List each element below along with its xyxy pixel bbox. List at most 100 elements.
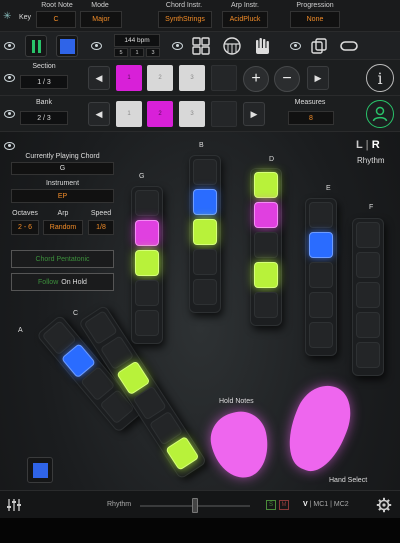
- section-cell-3[interactable]: 3: [179, 65, 205, 91]
- user-button[interactable]: [366, 100, 394, 128]
- tempo-field[interactable]: 144 bpm: [114, 34, 160, 47]
- pad-f-3[interactable]: [356, 282, 380, 308]
- pad-d-4[interactable]: [254, 262, 278, 288]
- visibility-eye-icon[interactable]: [91, 42, 102, 50]
- finger-g: [131, 186, 163, 344]
- pad-e-2[interactable]: [309, 232, 333, 258]
- visibility-eye-icon[interactable]: [4, 42, 15, 50]
- bank-prev-button[interactable]: ◀: [88, 102, 110, 126]
- finger-b: [189, 155, 221, 313]
- stop-all-button[interactable]: [27, 457, 53, 483]
- visibility-eye-icon[interactable]: [172, 42, 183, 50]
- section-remove-button[interactable]: −: [274, 66, 300, 92]
- mixer-sliders-icon[interactable]: [6, 497, 22, 513]
- progression-label: Progression: [296, 2, 334, 9]
- section-value[interactable]: 1 / 3: [20, 75, 68, 89]
- settings-star-icon[interactable]: ✳: [3, 11, 14, 22]
- copy-icon[interactable]: [309, 36, 329, 56]
- pause-button[interactable]: [25, 35, 47, 57]
- follow-on-hold-toggle[interactable]: Follow On Hold: [11, 273, 114, 291]
- pad-b-1[interactable]: [193, 159, 217, 185]
- chord-instr-label: Chord Instr.: [165, 2, 203, 9]
- pad-g-5[interactable]: [135, 310, 159, 336]
- mode-select[interactable]: Major: [80, 11, 122, 28]
- root-note-select[interactable]: C: [36, 11, 76, 28]
- instrument-label: Instrument: [45, 180, 80, 187]
- solo-button[interactable]: S: [266, 500, 276, 510]
- grid-layout-icon[interactable]: [191, 36, 211, 56]
- measures-label: Measures: [294, 99, 326, 106]
- pad-c-6[interactable]: [165, 435, 200, 471]
- visibility-eye-icon[interactable]: [290, 42, 301, 50]
- finger-label-b: B: [199, 142, 204, 149]
- time-sig-field-2[interactable]: 1: [130, 48, 144, 57]
- visibility-eye-icon[interactable]: [4, 142, 15, 150]
- section-add-button[interactable]: +: [243, 66, 269, 92]
- app-window: ✳ Key Root Note C Mode Major Chord Instr…: [0, 0, 400, 543]
- pad-e-5[interactable]: [309, 322, 333, 348]
- pad-d-2[interactable]: [254, 202, 278, 228]
- pad-d-5[interactable]: [254, 292, 278, 318]
- pad-f-5[interactable]: [356, 342, 380, 368]
- right-hand-label: R: [371, 139, 380, 151]
- pad-f-2[interactable]: [356, 252, 380, 278]
- bank-cell-4[interactable]: [211, 101, 237, 127]
- pad-b-5[interactable]: [193, 279, 217, 305]
- pad-g-4[interactable]: [135, 280, 159, 306]
- section-cell-4[interactable]: [211, 65, 237, 91]
- chord-instr-select[interactable]: SynthStrings: [158, 11, 212, 28]
- pad-d-3[interactable]: [254, 232, 278, 258]
- pad-g-2[interactable]: [135, 220, 159, 246]
- arp-mode-field[interactable]: Random: [43, 220, 83, 235]
- hand-icon[interactable]: [252, 36, 272, 56]
- visibility-eye-icon[interactable]: [4, 74, 15, 82]
- pad-b-2[interactable]: [193, 189, 217, 215]
- time-sig-field-3[interactable]: 3: [146, 48, 160, 57]
- link-icon[interactable]: [339, 36, 359, 56]
- arp-instr-select[interactable]: AcidPluck: [222, 11, 268, 28]
- visibility-eye-icon[interactable]: [4, 110, 15, 118]
- hand-lr-toggle[interactable]: L | R: [356, 139, 380, 151]
- pad-e-4[interactable]: [309, 292, 333, 318]
- hold-notes-pad[interactable]: [205, 406, 275, 484]
- bank-next-button[interactable]: ▶: [243, 102, 265, 126]
- time-sig-field-1[interactable]: 5: [114, 48, 128, 57]
- channel-selector[interactable]: V | MC1 | MC2: [303, 501, 349, 508]
- rhythm-slider-thumb[interactable]: [192, 498, 198, 513]
- finger-e: [305, 198, 337, 356]
- pad-e-3[interactable]: [309, 262, 333, 288]
- section-cell-2[interactable]: 2: [147, 65, 173, 91]
- drum-icon[interactable]: [222, 36, 242, 56]
- bank-cell-2[interactable]: 2: [147, 101, 173, 127]
- user-icon: [372, 106, 388, 122]
- octaves-field[interactable]: 2 - 6: [11, 220, 39, 235]
- info-button[interactable]: i: [366, 64, 394, 92]
- bank-cell-3[interactable]: 3: [179, 101, 205, 127]
- stop-button[interactable]: [56, 35, 78, 57]
- bank-cell-1[interactable]: 1: [116, 101, 142, 127]
- progression-select[interactable]: None: [290, 11, 340, 28]
- pad-f-4[interactable]: [356, 312, 380, 338]
- pad-g-3[interactable]: [135, 250, 159, 276]
- hand-select-pad[interactable]: [277, 377, 361, 479]
- pad-b-3[interactable]: [193, 219, 217, 245]
- section-cell-1[interactable]: 1: [116, 65, 142, 91]
- instrument-select[interactable]: EP: [11, 189, 114, 203]
- pad-e-1[interactable]: [309, 202, 333, 228]
- pad-b-4[interactable]: [193, 249, 217, 275]
- section-next-button[interactable]: ▶: [307, 66, 329, 90]
- measures-field[interactable]: 8: [288, 111, 334, 125]
- speed-field[interactable]: 1/8: [88, 220, 114, 235]
- finger-label-c: C: [73, 310, 79, 317]
- pad-g-1[interactable]: [135, 190, 159, 216]
- gear-icon[interactable]: [376, 497, 392, 513]
- section-row: Section 1 / 3 ◀ 1 2 3 + − ▶ i: [0, 60, 400, 96]
- bank-value[interactable]: 2 / 3: [20, 111, 68, 125]
- pad-d-1[interactable]: [254, 172, 278, 198]
- finger-label-f: F: [369, 204, 374, 211]
- mute-button[interactable]: M: [279, 500, 289, 510]
- section-prev-button[interactable]: ◀: [88, 66, 110, 90]
- chord-pentatonic-toggle[interactable]: Chord Pentatonic: [11, 250, 114, 268]
- pad-f-1[interactable]: [356, 222, 380, 248]
- hand-select-label: Hand Select: [329, 477, 368, 484]
